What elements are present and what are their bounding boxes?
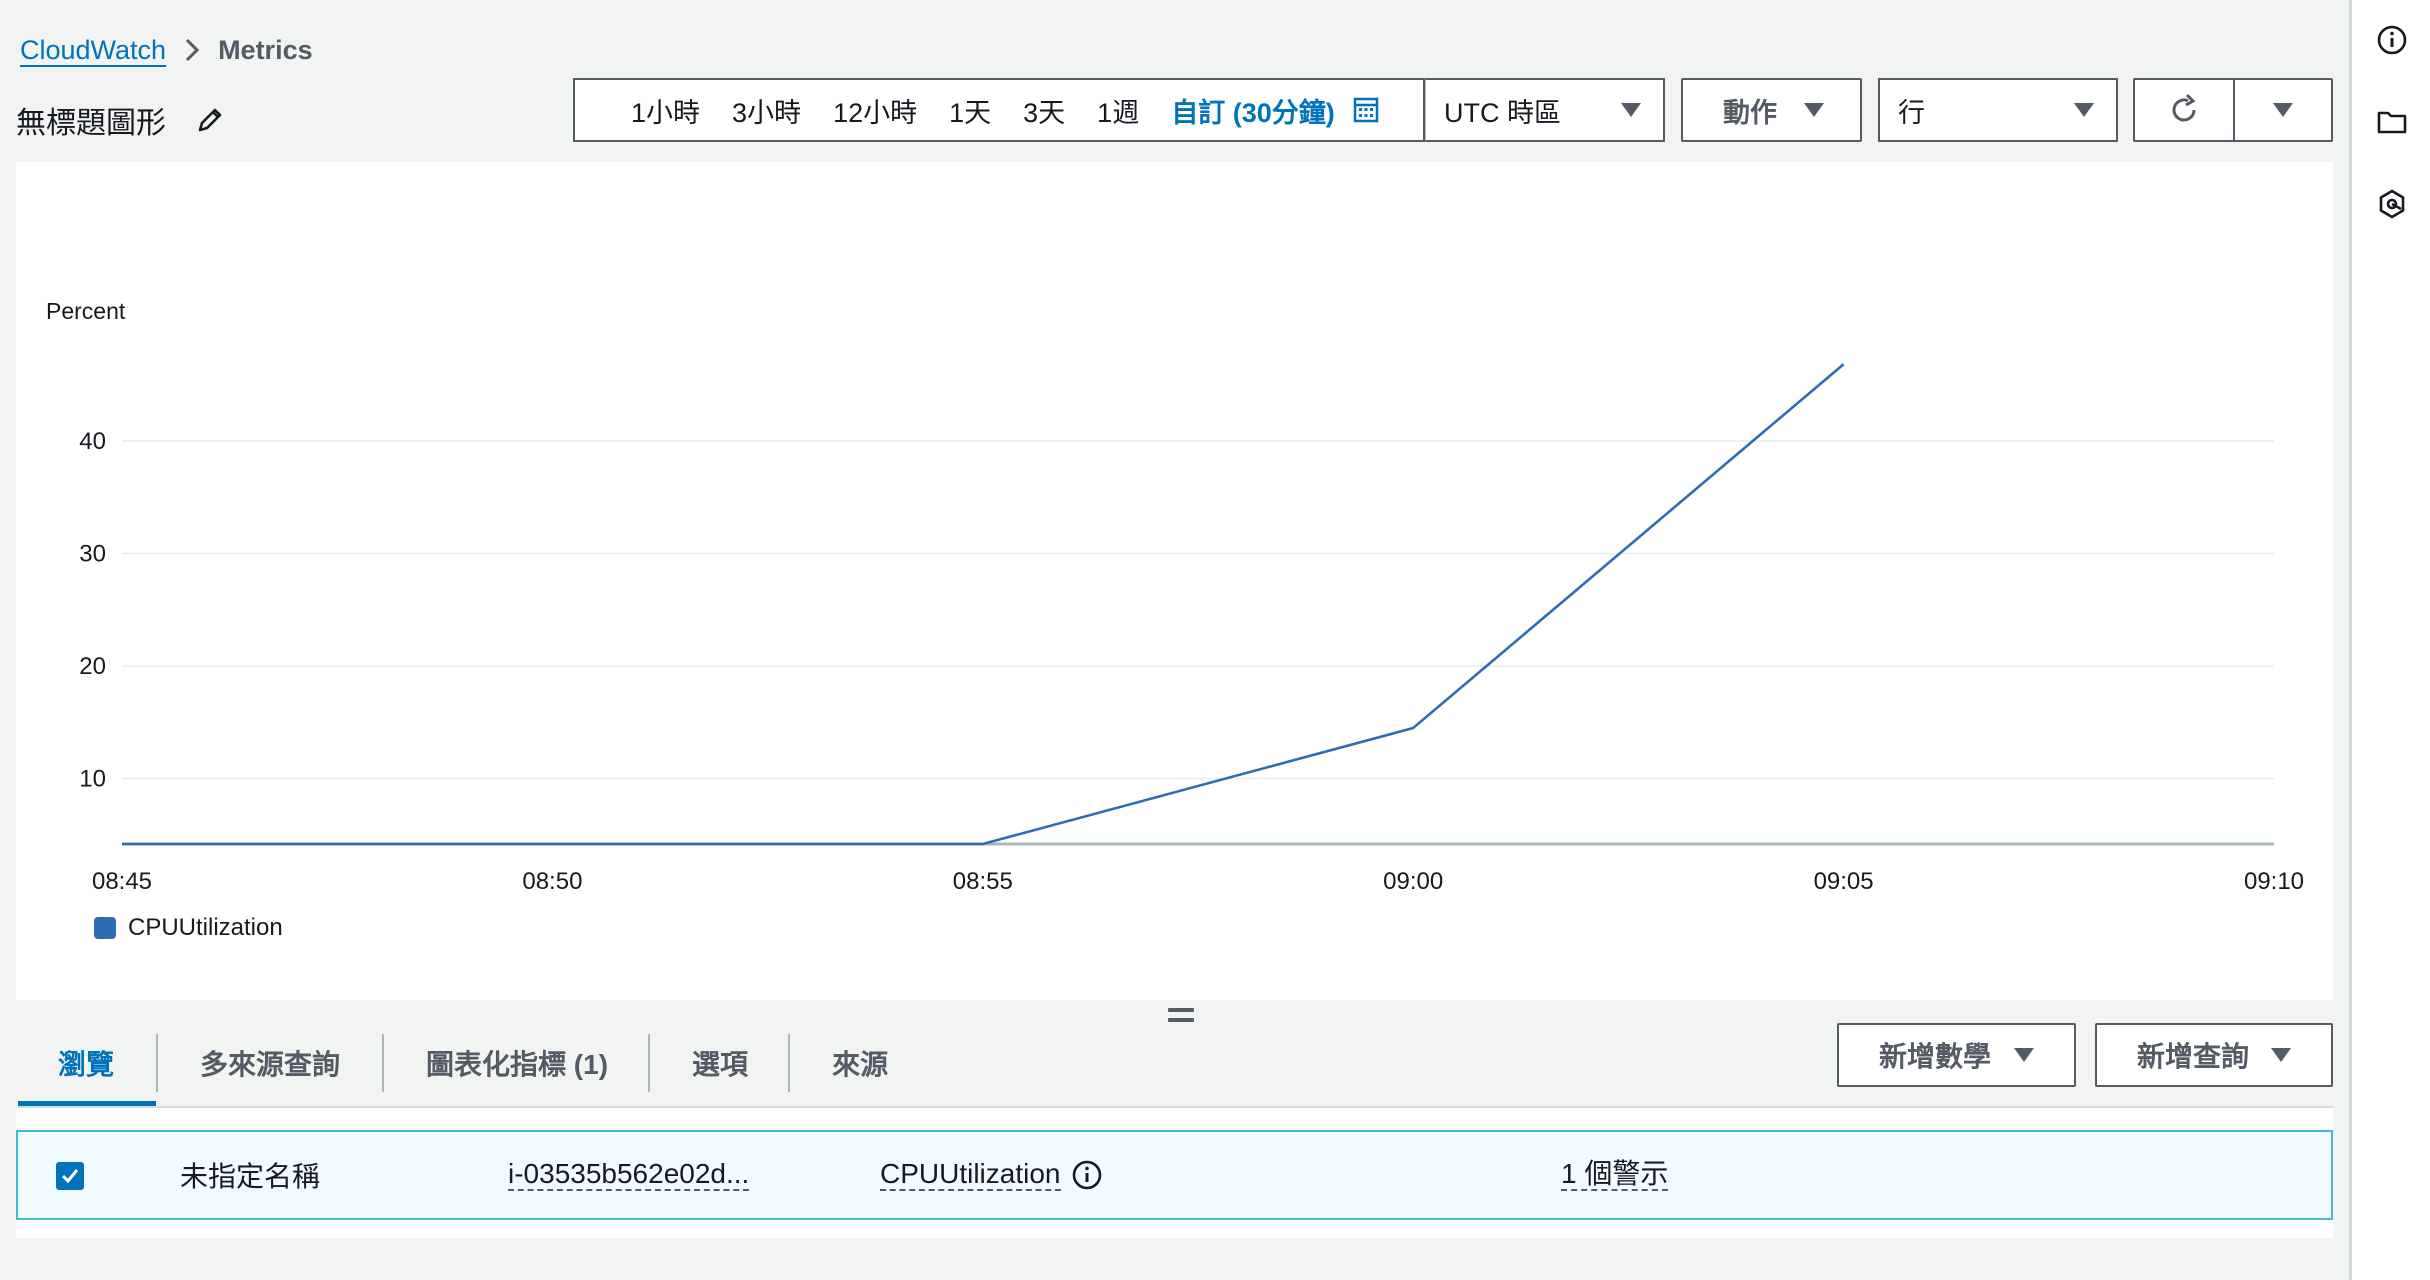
add-math-button[interactable]: 新增數學 [1837,1023,2076,1087]
legend-swatch [94,917,116,939]
actions-button[interactable]: 動作 [1681,78,1862,142]
tab-options[interactable]: 選項 [650,1020,788,1106]
y-axis-label: Percent [46,298,126,324]
graph-type-select[interactable]: 行 [1878,78,2118,142]
x-tick-label: 08:50 [522,868,582,895]
info-icon[interactable] [2374,22,2410,58]
caret-down-icon [1621,103,1641,117]
panel-resize-handle[interactable] [1168,1008,1194,1030]
add-query-button[interactable]: 新增查詢 [2095,1023,2333,1087]
tab-multi-source-query[interactable]: 多來源查詢 [158,1020,382,1106]
caret-down-icon [2273,103,2293,117]
y-tick-label: 10 [79,766,106,793]
x-tick-label: 09:05 [1814,868,1874,895]
x-tick-label: 09:10 [2244,868,2304,895]
refresh-button[interactable] [2133,78,2235,142]
info-icon[interactable] [1071,1159,1103,1191]
checkmark-icon [61,1169,79,1184]
cpu-line-chart: Percent 10 20 30 40 08:45 08:50 08:55 09:00 09:… [46,298,2304,895]
tab-browse[interactable]: 瀏覽 [18,1020,157,1106]
graph-title: 無標題圖形 [16,107,166,140]
breadcrumb-cloudwatch-link[interactable]: CloudWatch [20,35,166,66]
graph-type-value: 行 [1898,97,1925,128]
folder-icon[interactable] [2374,104,2410,140]
range-3d[interactable]: 3天 [1023,91,1065,130]
refresh-options-button[interactable] [2233,78,2333,142]
series-line-cpuutilization [122,363,1845,846]
range-1d[interactable]: 1天 [949,91,991,130]
add-query-label: 新增查詢 [2137,1041,2250,1072]
add-math-label: 新增數學 [1879,1041,1992,1072]
instance-id-link[interactable]: i-03535b562e02d... [508,1158,750,1192]
calendar-icon[interactable] [1351,95,1381,125]
tab-graphed-metrics[interactable]: 圖表化指標 (1) [384,1020,648,1106]
range-12h[interactable]: 12小時 [833,91,917,130]
y-tick-label: 40 [79,428,106,455]
legend-label[interactable]: CPUUtilization [128,914,283,942]
time-range-selector: 1小時 3小時 12小時 1天 3天 1週 自訂 (30分鐘) [573,78,1425,142]
right-rail [2349,0,2430,1280]
tab-source[interactable]: 來源 [790,1020,928,1106]
x-tick-label: 08:55 [953,868,1013,895]
x-tick-label: 08:45 [92,868,152,895]
graph-title-area: 無標題圖形 [16,98,228,142]
alarms-link[interactable]: 1 個警示 [1561,1158,1669,1192]
breadcrumb-current: Metrics [218,34,313,65]
metric-label[interactable]: 未指定名稱 [180,1132,320,1218]
caret-down-icon [2271,1048,2291,1062]
caret-down-icon [1804,103,1824,117]
y-tick-label: 20 [79,653,106,680]
x-tick-label: 09:00 [1383,868,1443,895]
breadcrumb: CloudWatch Metrics [20,30,313,70]
caret-down-icon [2074,103,2094,117]
metric-name[interactable]: CPUUtilization [880,1158,1061,1192]
actions-label: 動作 [1723,97,1777,128]
timezone-select[interactable]: UTC 時區 [1425,78,1665,142]
chart-legend: CPUUtilization [94,914,283,942]
pencil-icon [198,108,222,132]
chevron-right-icon [166,35,218,65]
y-tick-label: 30 [79,540,106,567]
range-1h[interactable]: 1小時 [631,91,700,130]
metrics-tabs: 瀏覽 多來源查詢 圖表化指標 (1) 選項 來源 [18,1020,928,1106]
range-custom[interactable]: 自訂 (30分鐘) [1171,91,1335,130]
graphed-metrics-table: 未指定名稱 i-03535b562e02d... CPUUtilization … [16,1108,2333,1238]
edit-title-button[interactable] [192,102,228,138]
range-1w[interactable]: 1週 [1097,91,1139,130]
table-row[interactable]: 未指定名稱 i-03535b562e02d... CPUUtilization … [16,1130,2333,1220]
chart-panel: Percent 10 20 30 40 08:45 08:50 08:55 09:00 09:… [16,162,2333,1000]
hexagon-settings-icon[interactable] [2374,186,2410,222]
refresh-icon [2172,93,2196,122]
range-3h[interactable]: 3小時 [732,91,801,130]
caret-down-icon [2014,1048,2034,1062]
timezone-value: UTC 時區 [1444,97,1561,128]
metric-checkbox[interactable] [56,1162,84,1190]
